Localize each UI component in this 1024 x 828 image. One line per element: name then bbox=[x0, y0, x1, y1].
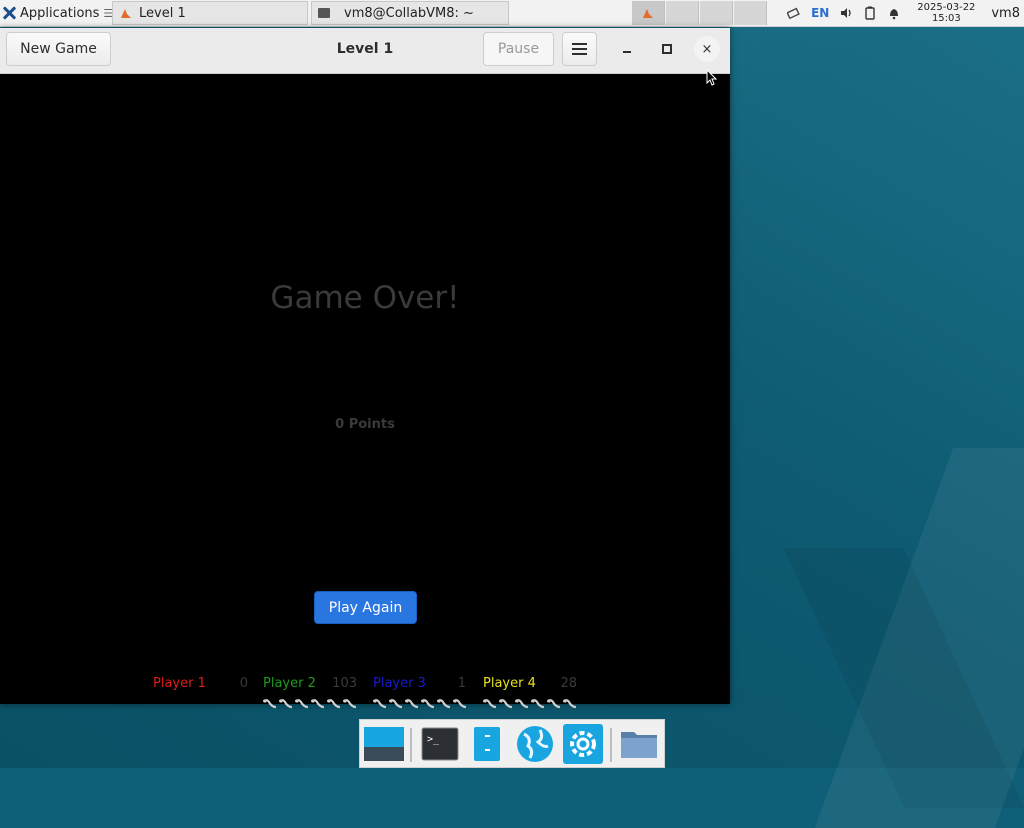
life-worm-icon bbox=[547, 699, 560, 709]
player-score: 0 bbox=[239, 676, 248, 691]
notification-bell-icon[interactable] bbox=[887, 6, 901, 20]
show-desktop-icon bbox=[364, 727, 404, 761]
life-worm-icon bbox=[295, 699, 308, 709]
game-window: New Game Level 1 Pause × Game Over! 0 Po… bbox=[0, 28, 730, 709]
user-menu[interactable]: vm8 bbox=[991, 6, 1020, 21]
taskbar-item-terminal[interactable]: vm8@CollabVM8: ~ bbox=[311, 1, 509, 25]
player-name: Player 2 bbox=[263, 676, 316, 691]
minimize-icon bbox=[623, 51, 631, 53]
taskbar-item-label: Level 1 bbox=[139, 5, 186, 21]
pause-button[interactable]: Pause bbox=[483, 32, 554, 66]
dock-web-browser[interactable] bbox=[514, 724, 556, 764]
game-over-text: Game Over! bbox=[270, 280, 460, 316]
volume-icon[interactable] bbox=[839, 6, 853, 20]
close-icon: × bbox=[701, 41, 713, 57]
life-worm-icon bbox=[563, 699, 576, 709]
player-name: Player 3 bbox=[373, 676, 426, 691]
game-board: Game Over! 0 Points Play Again Player 1 … bbox=[0, 74, 730, 709]
globe-icon bbox=[517, 726, 553, 762]
workspace-4[interactable] bbox=[734, 1, 767, 25]
maximize-icon bbox=[662, 44, 672, 54]
dock-separator bbox=[610, 728, 612, 762]
player-name: Player 4 bbox=[483, 676, 536, 691]
player-lives bbox=[483, 698, 576, 709]
dock: >_ bbox=[359, 719, 665, 768]
life-worm-icon bbox=[263, 699, 276, 709]
life-worm-icon bbox=[373, 699, 386, 709]
life-worm-icon bbox=[483, 699, 496, 709]
player-score: 103 bbox=[332, 676, 357, 691]
gear-icon bbox=[563, 724, 603, 764]
clock-time: 15:03 bbox=[931, 13, 961, 24]
life-worm-icon bbox=[499, 699, 512, 709]
dock-separator bbox=[410, 728, 412, 762]
dock-file-manager[interactable] bbox=[466, 724, 508, 764]
mouse-cursor-icon bbox=[706, 69, 718, 86]
life-worm-icon bbox=[453, 699, 466, 709]
dock-show-desktop[interactable] bbox=[362, 724, 404, 764]
nibbles-icon bbox=[121, 9, 131, 18]
player-lives bbox=[373, 698, 466, 709]
dock-terminal[interactable]: >_ bbox=[418, 724, 460, 764]
top-panel: Applications ☰ Level 1 vm8@CollabVM8: ~ … bbox=[0, 0, 1024, 27]
keyboard-layout[interactable]: EN bbox=[811, 6, 829, 20]
taskbar-item-level-1[interactable]: Level 1 bbox=[112, 1, 308, 25]
file-cabinet-icon bbox=[474, 727, 500, 761]
clock[interactable]: 2025-03-22 15:03 bbox=[911, 2, 981, 24]
player-score: 1 bbox=[457, 676, 466, 691]
maximize-button[interactable] bbox=[654, 36, 680, 62]
workspace-1[interactable] bbox=[632, 1, 665, 25]
taskbar-item-label: vm8@CollabVM8: ~ bbox=[344, 5, 474, 21]
close-button[interactable]: × bbox=[694, 36, 720, 62]
life-worm-icon bbox=[515, 699, 528, 709]
terminal-icon bbox=[318, 8, 330, 18]
battery-icon[interactable] bbox=[863, 6, 877, 20]
life-worm-icon bbox=[343, 699, 356, 709]
player-lives bbox=[263, 698, 356, 709]
clock-date: 2025-03-22 bbox=[917, 2, 976, 13]
network-icon[interactable] bbox=[787, 6, 801, 20]
applications-menu[interactable]: Applications ☰ bbox=[2, 0, 113, 26]
main-menu-button[interactable] bbox=[562, 32, 597, 66]
workspace-3[interactable] bbox=[700, 1, 733, 25]
life-worm-icon bbox=[405, 699, 418, 709]
life-worm-icon bbox=[327, 699, 340, 709]
terminal-icon: >_ bbox=[421, 727, 459, 761]
dock-settings[interactable] bbox=[562, 724, 604, 764]
workspace-2[interactable] bbox=[666, 1, 699, 25]
life-worm-icon bbox=[311, 699, 324, 709]
applications-label: Applications bbox=[20, 5, 100, 21]
player-name: Player 1 bbox=[153, 676, 206, 691]
life-worm-icon bbox=[389, 699, 402, 709]
life-worm-icon bbox=[437, 699, 450, 709]
header-bar: New Game Level 1 Pause × bbox=[0, 28, 730, 74]
player-score: 28 bbox=[560, 676, 577, 691]
play-again-button[interactable]: Play Again bbox=[314, 591, 417, 624]
minimize-button[interactable] bbox=[614, 36, 640, 62]
folder-icon bbox=[621, 732, 657, 758]
xfce-logo-icon bbox=[2, 6, 16, 20]
life-worm-icon bbox=[279, 699, 292, 709]
hamburger-icon bbox=[572, 43, 587, 55]
life-worm-icon bbox=[531, 699, 544, 709]
system-tray: EN 2025-03-22 15:03 vm8 bbox=[787, 0, 1024, 26]
life-worm-icon bbox=[421, 699, 434, 709]
svg-text:>_: >_ bbox=[427, 734, 440, 745]
nibbles-icon bbox=[643, 9, 653, 18]
dock-home-folder[interactable] bbox=[618, 724, 660, 764]
points-text: 0 Points bbox=[335, 417, 395, 432]
